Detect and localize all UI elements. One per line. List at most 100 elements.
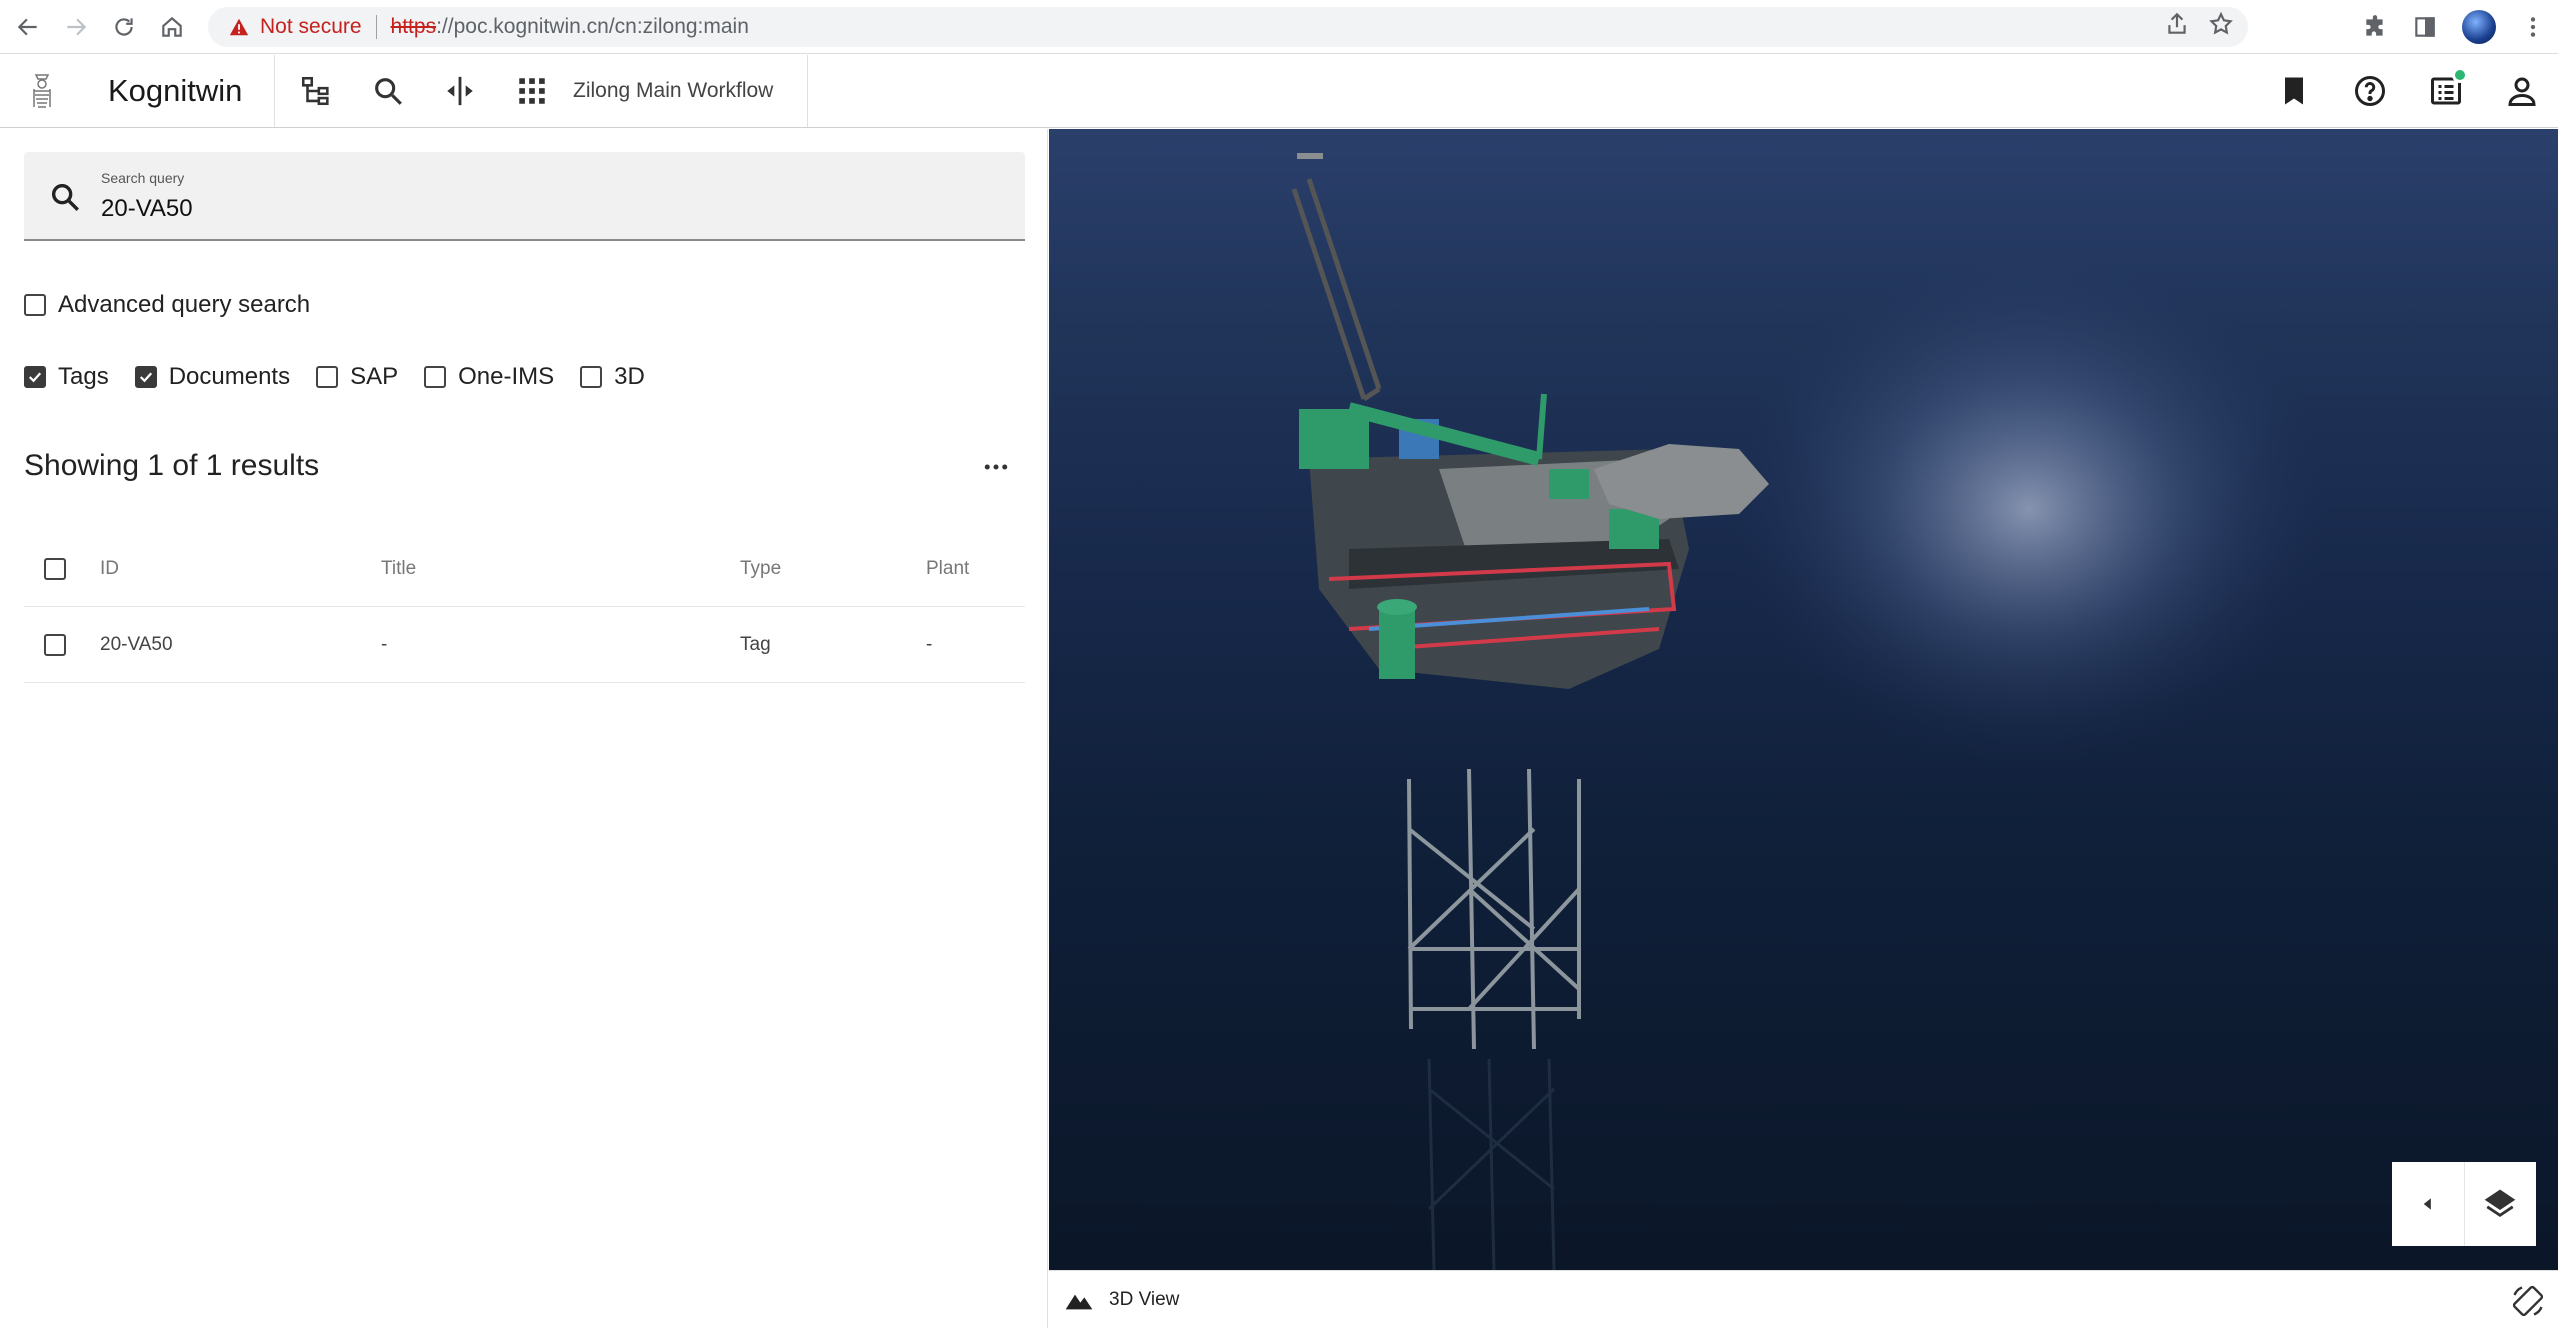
arrow-left-icon [17,18,37,35]
omnibox-separator [375,15,377,39]
puzzle-icon[interactable] [2362,14,2388,40]
search-button[interactable] [367,70,409,112]
caret-left-icon [2423,1198,2431,1210]
browser-toolbar: Not secure https ://poc.kognitwin.cn/cn:… [0,0,2558,54]
help-button[interactable] [2350,71,2390,111]
checkbox-box[interactable] [24,294,46,316]
column-header-id[interactable]: ID [100,531,119,607]
sun-glare [1729,249,2329,769]
star-icon[interactable] [2208,11,2234,37]
app-title: Kognitwin [108,73,243,108]
layers-button[interactable] [2463,1162,2537,1246]
cell-type: Tag [740,634,771,655]
check-icon [139,372,152,383]
crest-logo-icon [33,74,51,108]
more-horizontal-icon [984,464,1008,470]
apps-button[interactable] [511,70,553,112]
crane [1347,393,1547,466]
forward-button[interactable] [56,7,96,47]
url-scheme: https [390,15,437,38]
search-panel: Search query Advanced query search Tags … [0,129,1048,1328]
workflow-name[interactable]: Zilong Main Workflow [573,79,773,103]
address-bar[interactable]: Not secure https ://poc.kognitwin.cn/cn:… [208,7,2248,47]
bookmarks-button[interactable] [2274,71,2314,111]
security-label: Not secure [260,15,362,38]
3d-viewer-canvas[interactable] [1049,129,2558,1270]
filter-label: 3D [614,363,645,390]
flare-boom [1291,178,1382,402]
select-all-checkbox[interactable] [44,531,66,607]
split-view-icon [447,76,473,106]
search-field-icon [48,180,82,214]
hierarchy-button[interactable] [295,70,337,112]
hierarchy-icon [301,76,329,106]
home-button[interactable] [152,7,192,47]
user-icon [2508,77,2536,106]
security-indicator[interactable]: Not secure [228,15,362,39]
filter-checkboxes: Tags Documents SAP One-IMS 3D [24,363,645,391]
check-icon [28,372,42,383]
search-icon [51,183,79,211]
bookmark-icon [2285,77,2303,105]
tab-3d-view[interactable]: 3D View [1063,1271,1195,1329]
warning-triangle-icon [229,18,249,36]
checkbox-box[interactable] [424,366,447,388]
app-header: Kognitwin Zilong Main Workflow [0,55,2558,128]
url-text: ://poc.kognitwin.cn/cn:zilong:main [436,15,749,38]
notification-badge [2452,67,2468,83]
cell-title: - [381,634,388,655]
cell-plant: - [926,634,933,655]
flare-tip [1297,153,1323,159]
screen-rotate-icon [2512,1285,2544,1317]
filter-label: SAP [350,363,399,390]
offshore-platform-scene [1291,153,2329,1270]
viewer-controls [2392,1162,2536,1246]
tasks-button[interactable] [2426,67,2468,111]
platform-reflection [1427,1058,1556,1270]
kebab-menu-icon[interactable] [2520,14,2546,40]
checkbox-box[interactable] [44,634,66,656]
search-field[interactable]: Search query [24,152,1025,241]
reload-button[interactable] [104,7,144,47]
table-row[interactable]: 20-VA50 - Tag - [24,607,1025,683]
app-logo[interactable] [0,55,84,127]
filter-label: Tags [58,363,109,390]
collapse-panel-button[interactable] [2392,1162,2464,1246]
filter-label: One-IMS [458,363,555,390]
split-view-button[interactable] [439,70,481,112]
profile-avatar[interactable] [2462,10,2496,44]
column-header-type[interactable]: Type [740,531,781,607]
filter-documents[interactable]: Documents [134,363,291,391]
search-icon [375,78,402,105]
viewer-footer: 3D View [1049,1270,2558,1328]
side-panel-icon[interactable] [2412,14,2438,40]
column-header-plant[interactable]: Plant [926,531,969,607]
cell-id: 20-VA50 [100,634,173,655]
filter-one-ims[interactable]: One-IMS [424,363,554,391]
rotate-screen-button[interactable] [2510,1283,2546,1319]
search-input[interactable] [101,192,981,226]
back-button[interactable] [8,7,48,47]
checkbox-box[interactable] [316,366,339,388]
checkbox-box[interactable] [44,558,66,580]
mountain-icon [1065,1294,1093,1310]
reload-icon [115,17,133,36]
filter-tags[interactable]: Tags [24,363,109,391]
results-more-button[interactable] [978,449,1014,485]
search-field-label: Search query [101,170,185,186]
filter-label: Documents [168,363,291,390]
share-icon[interactable] [2164,11,2190,37]
user-button[interactable] [2502,71,2542,111]
filter-sap[interactable]: SAP [316,363,398,391]
checkbox-box[interactable] [134,366,157,388]
layers-icon [2484,1189,2516,1218]
column-header-title[interactable]: Title [381,531,416,607]
checkbox-box[interactable] [24,366,46,388]
filter-3d[interactable]: 3D [580,363,645,391]
table-header-row: ID Title Type Plant [24,531,1025,607]
checkbox-box[interactable] [580,366,603,388]
row-checkbox[interactable] [44,607,66,683]
results-summary: Showing 1 of 1 results [24,449,320,482]
advanced-query-checkbox[interactable]: Advanced query search [24,291,310,319]
apps-grid-icon [519,78,545,104]
